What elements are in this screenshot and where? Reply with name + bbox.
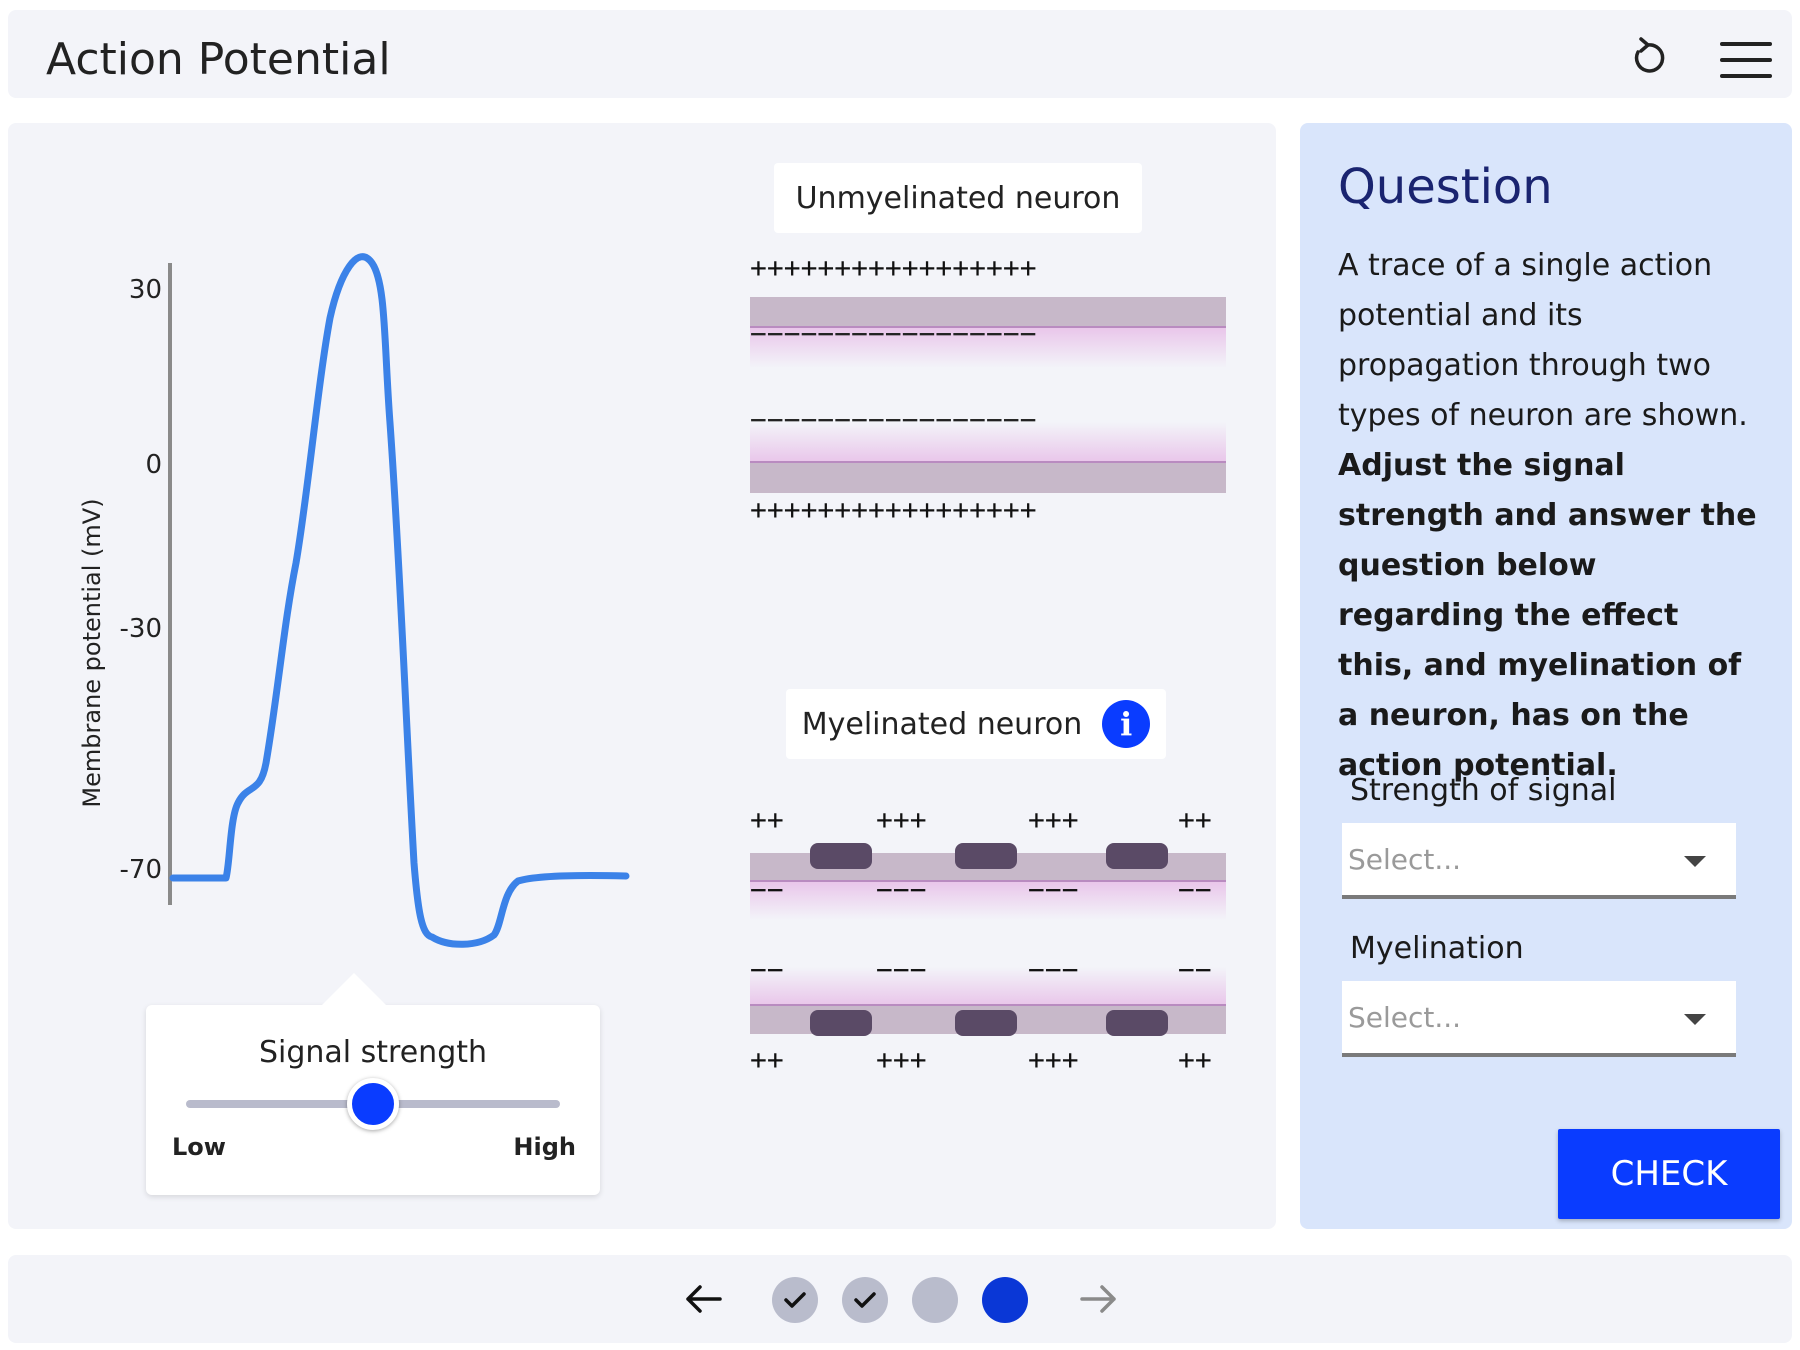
slider-thumb[interactable]: [347, 1078, 399, 1130]
myelinated-inner-charge: −−: [750, 873, 784, 906]
myelin-sheath: [1106, 843, 1168, 869]
dropdown-caret-icon: [1684, 856, 1706, 867]
myelinated-outer-charge: ++: [750, 1043, 784, 1076]
membrane-bottom: [750, 463, 1226, 493]
myelinated-inner-charge: −−−: [1028, 953, 1079, 986]
myelin-sheath: [1106, 1010, 1168, 1036]
myelinated-outer-charge: +++: [876, 1043, 927, 1076]
question-text-bold: Adjust the signal strength and answer th…: [1338, 448, 1757, 783]
reset-icon: [1634, 37, 1665, 73]
myelin-sheath: [955, 843, 1017, 869]
myelinated-inner-charge: −−−: [1028, 873, 1079, 906]
info-button[interactable]: i: [1102, 700, 1151, 748]
step-3-indicator[interactable]: [912, 1277, 958, 1323]
reset-button[interactable]: [1624, 34, 1672, 82]
myelinated-inner-charge: −−: [1178, 873, 1212, 906]
page-title: Action Potential: [46, 34, 391, 85]
myelinated-outer-charge: +++: [876, 803, 927, 836]
arrow-right-icon: [1080, 1285, 1116, 1313]
unmyelinated-inner-charges-bottom: −−−−−−−−−−−−−−−−−: [750, 403, 1037, 436]
myelinated-outer-charge: +++: [1028, 803, 1079, 836]
unmyelinated-outer-charges-bottom: +++++++++++++++++: [750, 493, 1037, 526]
myelinated-inner-charge: −−−: [876, 873, 927, 906]
signal-strength-title: Signal strength: [258, 1035, 488, 1070]
checkmark-icon: [784, 1292, 806, 1308]
check-button[interactable]: CHECK: [1558, 1129, 1780, 1219]
menu-button[interactable]: [1720, 38, 1772, 82]
myelination-label: Myelination: [1350, 931, 1524, 966]
myelin-sheath: [810, 1010, 872, 1036]
myelinated-inner-charge: −−: [750, 953, 784, 986]
select-placeholder: Select...: [1348, 1001, 1462, 1034]
next-button[interactable]: [1076, 1277, 1120, 1321]
step-1-indicator[interactable]: [772, 1277, 818, 1323]
myelin-sheath: [810, 843, 872, 869]
previous-button[interactable]: [682, 1277, 726, 1321]
question-text: A trace of a single action potential and…: [1338, 241, 1758, 791]
myelinated-outer-charge: ++: [1178, 803, 1212, 836]
signal-strength-slider[interactable]: [186, 1078, 560, 1130]
signal-strength-panel: Signal strength Low High: [146, 973, 600, 1195]
y-tick-label: 0: [145, 450, 162, 480]
unmyelinated-inner-charges-top: −−−−−−−−−−−−−−−−−: [750, 317, 1037, 350]
y-tick-label: -30: [119, 614, 162, 644]
myelinated-inner-charge: −−−: [876, 953, 927, 986]
question-title: Question: [1338, 159, 1553, 215]
step-4-indicator-current[interactable]: [982, 1277, 1028, 1323]
myelinated-outer-charge: ++: [1178, 1043, 1212, 1076]
checkmark-icon: [854, 1292, 876, 1308]
y-tick-label: 30: [128, 275, 162, 305]
question-text-plain: A trace of a single action potential and…: [1338, 248, 1748, 433]
simulation-workspace: Membrane potential (mV) 30 0 -30 -70 Sig…: [8, 123, 1276, 1229]
arrow-left-icon: [686, 1285, 722, 1313]
info-icon: i: [1120, 705, 1133, 743]
app-header: Action Potential: [8, 10, 1792, 98]
myelination-select[interactable]: Select...: [1342, 981, 1736, 1057]
strength-of-signal-select[interactable]: Select...: [1342, 823, 1736, 899]
myelinated-outer-charge: ++: [750, 803, 784, 836]
unmyelinated-outer-charges-top: +++++++++++++++++: [750, 251, 1037, 284]
myelinated-axon: [750, 843, 1226, 1036]
dropdown-caret-icon: [1684, 1014, 1706, 1025]
myelin-sheath: [955, 1010, 1017, 1036]
footer-navigation: [8, 1255, 1792, 1343]
hamburger-menu-icon: [1720, 42, 1772, 78]
action-potential-trace: [169, 253, 630, 948]
myelinated-outer-charge: +++: [1028, 1043, 1079, 1076]
strength-of-signal-label: Strength of signal: [1350, 773, 1617, 808]
myelinated-inner-charge: −−: [1178, 953, 1212, 986]
slider-low-label: Low: [172, 1133, 226, 1161]
step-2-indicator[interactable]: [842, 1277, 888, 1323]
slider-high-label: High: [513, 1133, 576, 1161]
myelinated-neuron-label: Myelinated neuron i: [786, 689, 1166, 759]
question-panel: Question A trace of a single action pote…: [1300, 123, 1792, 1229]
y-tick-label: -70: [119, 855, 162, 885]
select-placeholder: Select...: [1348, 843, 1462, 876]
unmyelinated-neuron-label: Unmyelinated neuron: [774, 163, 1142, 233]
